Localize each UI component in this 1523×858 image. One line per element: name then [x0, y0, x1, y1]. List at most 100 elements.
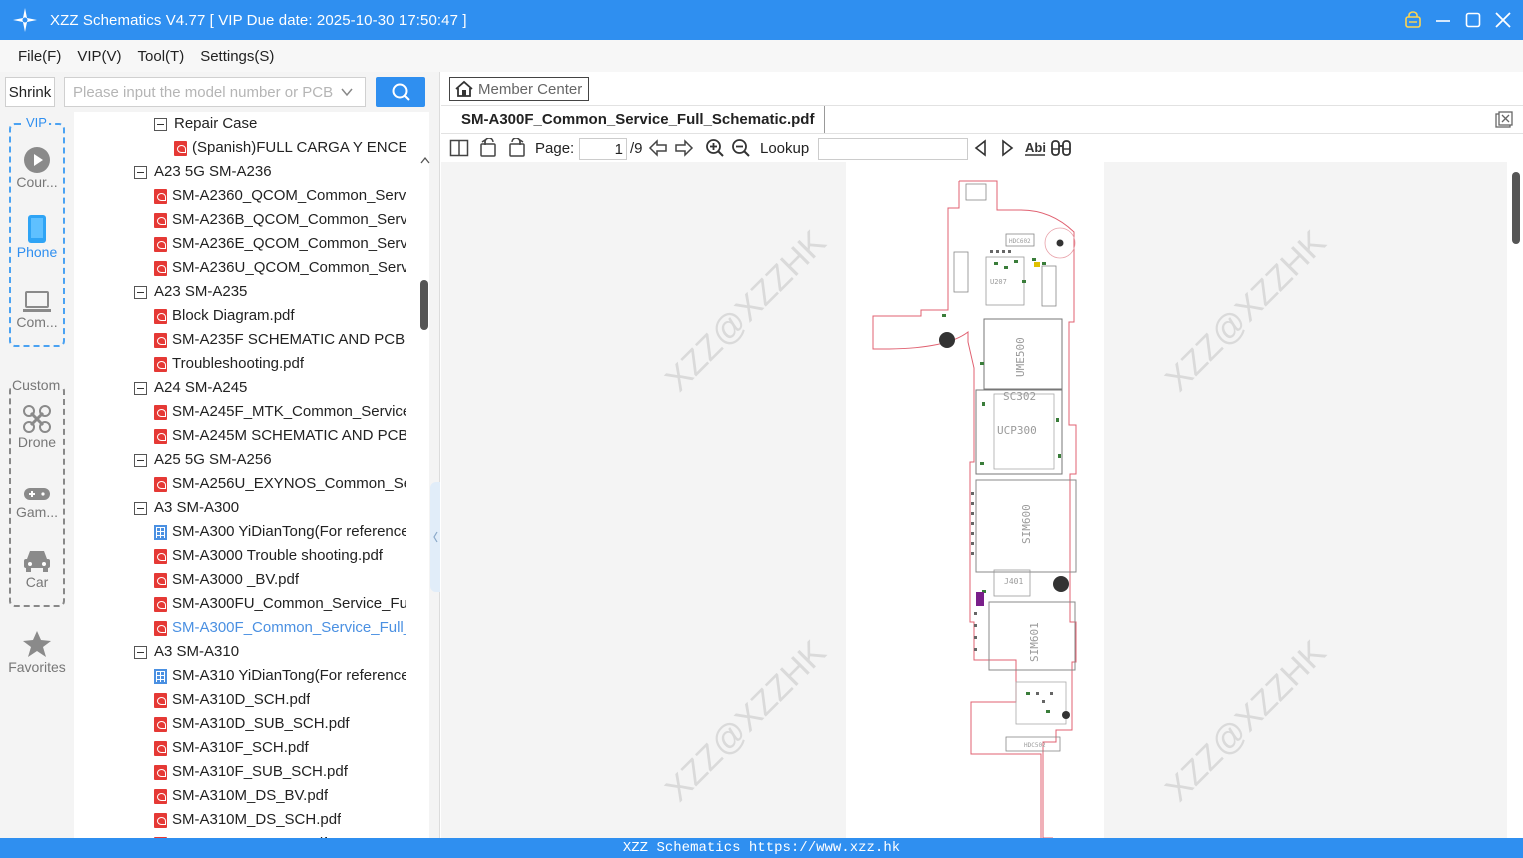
tree-row-label: SM-A310M_DS_BV.pdf	[172, 787, 329, 804]
category-car[interactable]: Car	[0, 544, 74, 590]
category-bar: VIP Cour... Phone Com... Custom Drone Ga…	[0, 112, 74, 838]
tree-file-row[interactable]: (Spanish)FULL CARGA Y ENCENDIDO	[174, 136, 406, 160]
prev-page-icon[interactable]	[648, 138, 668, 158]
tree-folder-row[interactable]: Repair Case	[154, 112, 406, 136]
find-next-icon[interactable]	[999, 138, 1015, 158]
tree-folder-row[interactable]: A3 SM-A300	[134, 496, 406, 520]
search-button[interactable]	[376, 77, 425, 107]
collapse-toggle-icon[interactable]	[134, 501, 147, 515]
menu-tool[interactable]: Tool(T)	[138, 48, 185, 65]
collapse-toggle-icon[interactable]	[134, 381, 147, 395]
tree-folder-row[interactable]: A3 SM-A310	[134, 640, 406, 664]
tree-file-row[interactable]: SM-A300F_Common_Service_Full_Schematic.p…	[154, 616, 406, 640]
collapse-toggle-icon[interactable]	[134, 165, 147, 179]
tree-folder-row[interactable]: A24 SM-A245	[134, 376, 406, 400]
search-icon	[392, 83, 410, 101]
pdf-file-icon	[154, 308, 167, 324]
tree-file-row[interactable]: SM-A310 YiDianTong(For reference)	[154, 664, 406, 688]
viewer-scrollbar[interactable]	[1509, 162, 1523, 838]
pcb-file-icon	[154, 668, 167, 684]
tree-file-row[interactable]: SM-A310M_DS_SCH.pdf	[154, 808, 406, 832]
rotate-left-icon[interactable]	[479, 138, 499, 158]
pdf-file-icon	[154, 332, 167, 348]
tree-row-label: SM-A2360_QCOM_Common_Service_Full_Schema…	[172, 187, 406, 204]
match-case-icon[interactable]: Abi	[1024, 138, 1046, 158]
tree-file-row[interactable]: SM-A300 YiDianTong(For reference)	[154, 520, 406, 544]
tree-file-row[interactable]: SM-A2360_QCOM_Common_Service_Full_Schema…	[154, 184, 406, 208]
two-page-view-icon[interactable]	[449, 138, 469, 158]
tree-folder-row[interactable]: A23 SM-A235	[134, 280, 406, 304]
lookup-input[interactable]	[818, 138, 968, 160]
pdf-viewer[interactable]: UME500 SC302 UCP300 SIM600 SIM601 J401 U…	[441, 162, 1507, 838]
collapse-toggle-icon[interactable]	[134, 453, 147, 467]
tree-file-row[interactable]: SM-A310F_SUB_SCH.pdf	[154, 760, 406, 784]
zoom-out-icon[interactable]	[731, 138, 751, 158]
category-game[interactable]: Gam...	[0, 474, 74, 520]
category-favorites[interactable]: Favorites	[0, 629, 74, 675]
app-logo-icon	[0, 0, 50, 40]
tree-row-label: A3 SM-A310	[154, 643, 240, 660]
tree-file-row[interactable]: Block Diagram.pdf	[154, 304, 406, 328]
viewer-scroll-thumb[interactable]	[1512, 172, 1520, 244]
collapse-toggle-icon[interactable]	[134, 285, 147, 299]
tree-file-row[interactable]: SM-A300FU_Common_Service_Full_Schematic.…	[154, 592, 406, 616]
panel-collapse-handle[interactable]	[430, 482, 440, 592]
tree-file-row[interactable]: Troubleshooting.pdf	[154, 352, 406, 376]
close-icon[interactable]	[1493, 10, 1513, 30]
play-icon	[0, 144, 74, 174]
tree-scrollbar[interactable]	[419, 112, 430, 838]
collapse-toggle-icon[interactable]	[134, 645, 147, 659]
tree-folder-row[interactable]: A23 5G SM-A236	[134, 160, 406, 184]
tree-file-row[interactable]: SM-A236B_QCOM_Common_Service_Full_Schema…	[154, 208, 406, 232]
pdf-file-icon	[154, 572, 167, 588]
category-computer[interactable]: Com...	[0, 284, 74, 330]
tree-file-row[interactable]: SM-A310D_SUB_SCH.pdf	[154, 712, 406, 736]
find-prev-icon[interactable]	[973, 138, 989, 158]
shrink-button[interactable]: Shrink	[5, 77, 55, 107]
tree-file-row[interactable]: SM-A236E_QCOM_Common_Service_Full_Schema…	[154, 232, 406, 256]
menu-file[interactable]: File(F)	[18, 48, 61, 65]
vip-label: VIP	[24, 115, 49, 130]
next-page-icon[interactable]	[674, 138, 694, 158]
tree-folder-row[interactable]: A25 5G SM-A256	[134, 448, 406, 472]
minimize-icon[interactable]	[1433, 10, 1453, 30]
scroll-up-icon[interactable]	[420, 156, 430, 164]
lock-icon[interactable]	[1403, 10, 1423, 30]
collapse-toggle-icon[interactable]	[154, 117, 167, 131]
tree-file-row[interactable]: SM-A3000 _BV.pdf	[154, 568, 406, 592]
tree-file-row[interactable]: SM-A3000 Trouble shooting.pdf	[154, 544, 406, 568]
menu-settings[interactable]: Settings(S)	[200, 48, 274, 65]
tree-file-row[interactable]: SM-A256U_EXYNOS_Common_Service_Full_Sche…	[154, 472, 406, 496]
category-car-label: Car	[25, 574, 49, 590]
tree-file-row[interactable]: SM-A310D_SCH.pdf	[154, 688, 406, 712]
tree-file-row[interactable]: SM-A310M_DS_BV.pdf	[154, 784, 406, 808]
tree-file-row[interactable]: SM-A245M SCHEMATIC AND PCB.pdf	[154, 424, 406, 448]
document-tab[interactable]: SM-A300F_Common_Service_Full_Schematic.p…	[451, 106, 826, 133]
category-phone[interactable]: Phone	[0, 214, 74, 260]
tree-row-label: Troubleshooting.pdf	[172, 355, 305, 372]
close-tab-icon[interactable]	[1495, 111, 1513, 129]
tree-file-row[interactable]: SM-A236U_QCOM_Common_Service_Full_Schema…	[154, 256, 406, 280]
tree-row-label: SM-A310D_SUB_SCH.pdf	[172, 715, 350, 732]
binoculars-icon[interactable]	[1050, 138, 1072, 158]
tree-row-label: (Spanish)FULL CARGA Y ENCENDIDO	[192, 139, 406, 156]
tree-file-row[interactable]: SM-A245F_MTK_Common_Service_Full_Schemat…	[154, 400, 406, 424]
chevron-down-icon[interactable]	[340, 85, 354, 99]
search-input[interactable]	[64, 77, 366, 107]
category-courses[interactable]: Cour...	[0, 144, 74, 190]
category-drone[interactable]: Drone	[0, 404, 74, 450]
page-number-input[interactable]	[579, 138, 627, 160]
member-center-button[interactable]: Member Center	[449, 77, 589, 101]
custom-label: Custom	[11, 377, 62, 393]
zoom-in-icon[interactable]	[705, 138, 725, 158]
watermark-text: XZZ@XZZHK	[657, 633, 834, 809]
svg-text:HDC602: HDC602	[1009, 238, 1031, 245]
maximize-icon[interactable]	[1463, 10, 1483, 30]
tree-scroll-thumb[interactable]	[420, 280, 428, 330]
rotate-right-icon[interactable]	[506, 138, 526, 158]
tree-row-label: SM-A300 YiDianTong(For reference)	[172, 523, 406, 540]
menu-vip[interactable]: VIP(V)	[77, 48, 121, 65]
tree-file-row[interactable]: SM-A235F SCHEMATIC AND PCB.pdf	[154, 328, 406, 352]
tree-row-label: A3 SM-A300	[154, 499, 240, 516]
tree-file-row[interactable]: SM-A310F_SCH.pdf	[154, 736, 406, 760]
